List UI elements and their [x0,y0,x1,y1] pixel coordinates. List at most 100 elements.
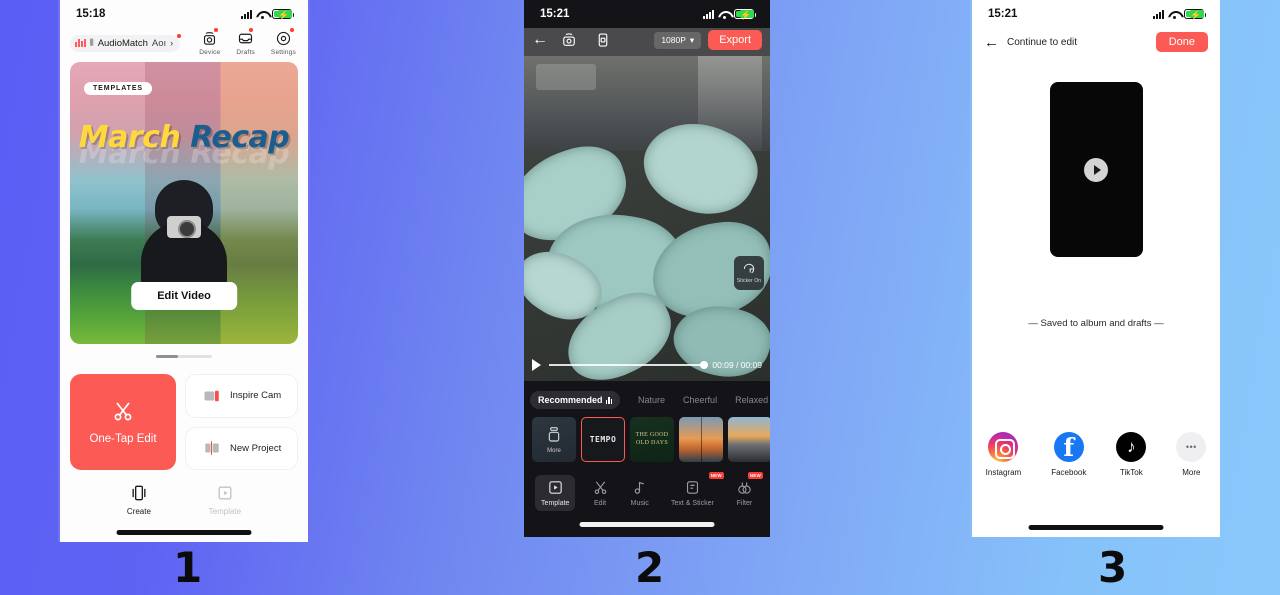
nav-label: Template [208,507,242,516]
exported-video-preview[interactable] [1049,82,1143,257]
header-tools: Device Drafts Settings [199,28,296,56]
toolbar-template[interactable]: Template [535,475,576,511]
template-hero-card[interactable]: TEMPLATES March Recap March Recap Edit V… [70,62,298,344]
header-tool-device[interactable]: Device [199,28,220,56]
home-indicator [1028,525,1164,530]
template-item-sunset[interactable] [679,417,723,462]
scrubber-handle[interactable] [700,361,709,369]
audiomatch-pill[interactable]: ⫼ AudioMatch Aoı › [70,33,182,52]
signal-icon [703,9,714,19]
home-indicator [579,522,715,527]
battery-icon: ⚡ [734,9,756,20]
template-more-button[interactable]: More [532,417,576,462]
tab-nature[interactable]: Nature [638,395,665,405]
chevron-right-icon: › [170,38,174,48]
instagram-icon [988,432,1019,462]
timeline-scrubber[interactable] [549,361,709,369]
header-tool-label: Settings [270,49,296,56]
status-time: 15:18 [76,8,106,20]
status-bar: 15:21 ⚡ [524,0,770,28]
toolbar-filter[interactable]: Filter NEW [730,472,763,511]
play-icon[interactable] [532,359,541,371]
page-title: Continue to edit [1007,36,1078,48]
template-label: TEMPO [589,435,617,444]
templates-badge: TEMPLATES [84,82,152,95]
resolution-selector[interactable]: 1080P ▾ [654,31,702,49]
toolbar-music[interactable]: Music [625,475,655,511]
category-tabs: Recommended Nature Cheerful Relaxed [524,381,770,417]
video-preview[interactable]: Sticker On 00:09 / 00:09 [524,56,770,381]
status-indicators: ⚡ [241,9,294,20]
audiomatch-sublabel: Aoı [151,37,167,49]
new-project-button[interactable]: New Project [185,426,298,470]
template-label: More [547,447,561,454]
toolbar-label: Text & Sticker [671,500,714,507]
waveform-icon: ⫼ [90,38,94,47]
export-button[interactable]: Export [708,30,762,50]
template-item-tempo[interactable]: TEMPO [581,417,625,462]
edit-video-button[interactable]: Edit Video [131,282,237,310]
new-badge: NEW [708,472,724,479]
header-tool-settings[interactable]: Settings [270,28,296,56]
playback-time: 00:09 / 00:09 [712,360,762,370]
tab-label: Cheerful [683,395,718,405]
hero-title-part2: Recap [190,120,290,155]
share-tiktok[interactable]: TikTok [1116,432,1147,477]
one-tap-edit-button[interactable]: One-Tap Edit [70,374,176,470]
editor-top-bar: ← 1080P ▾ Export [524,28,770,56]
share-instagram[interactable]: Instagram [986,432,1021,477]
saved-status-text: — Saved to album and drafts — [1028,318,1164,329]
back-arrow-icon[interactable]: ← [984,35,999,50]
hero-title: March Recap [70,120,298,155]
inspire-cam-button[interactable]: Inspire Cam [185,374,298,418]
sticker-on-badge[interactable]: Sticker On [734,256,764,290]
toolbar-label: Edit [594,500,607,507]
toolbar-text-sticker[interactable]: Text & Sticker NEW [665,472,724,511]
done-button[interactable]: Done [1155,32,1208,52]
share-label: Facebook [1051,468,1087,477]
tab-recommended[interactable]: Recommended [530,391,621,409]
share-facebook[interactable]: Facebook [1051,432,1086,477]
status-indicators: ⚡ [1153,9,1206,20]
device-camera-icon [204,32,216,45]
back-arrow-icon[interactable]: ← [532,32,560,48]
phone-screen-3: 15:21 ⚡ ← Continue to edit Done — Saved … [970,0,1220,537]
nav-item-template[interactable]: Template [209,483,241,516]
notification-dot [290,28,294,32]
status-time: 15:21 [988,8,1018,20]
new-project-icon [205,441,219,455]
status-bar: 15:18 ⚡ [60,0,308,28]
header-tool-drafts[interactable]: Drafts [236,28,255,56]
share-options: Instagram Facebook TikTok More [972,432,1220,477]
template-item-road[interactable] [728,417,770,462]
tab-relaxed[interactable]: Relaxed [735,395,768,405]
play-icon[interactable] [1084,157,1108,182]
toolbar-edit[interactable]: Edit [586,475,615,511]
equalizer-icon [605,396,613,404]
wifi-icon [256,10,268,19]
sticker-icon [743,263,755,274]
secondary-actions: Inspire Cam New Project [185,374,298,470]
tab-label: Relaxed [735,395,769,405]
tab-cheerful[interactable]: Cheerful [683,395,717,405]
one-tap-edit-label: One-Tap Edit [89,433,157,445]
header-tool-label: Drafts [236,49,255,56]
scissors-icon [114,402,132,421]
continue-to-edit-group[interactable]: ← Continue to edit [984,35,1077,50]
phone-screen-1: 15:18 ⚡ ⫼ AudioMatch Aoı › Device Drafts… [58,0,310,542]
wifi-icon [718,10,730,19]
text-sticker-icon [686,481,698,494]
photo-camera-icon[interactable] [560,31,578,49]
battery-icon: ⚡ [1184,9,1206,20]
aspect-ratio-icon[interactable] [594,31,612,49]
nav-item-create[interactable]: Create [127,483,151,516]
template-item-good-old-days[interactable]: THE GOOD OLD DAYS [630,417,674,462]
carousel-indicator[interactable] [156,355,212,358]
drafts-inbox-icon [239,33,253,44]
share-label: More [1182,468,1201,477]
quick-actions: One-Tap Edit Inspire Cam New Project [60,344,308,470]
share-more[interactable]: More [1176,432,1207,477]
toolbar-label: Music [630,500,649,507]
template-thumbnails: More TEMPO THE GOOD OLD DAYS [524,417,770,462]
filter-icon [738,482,751,494]
